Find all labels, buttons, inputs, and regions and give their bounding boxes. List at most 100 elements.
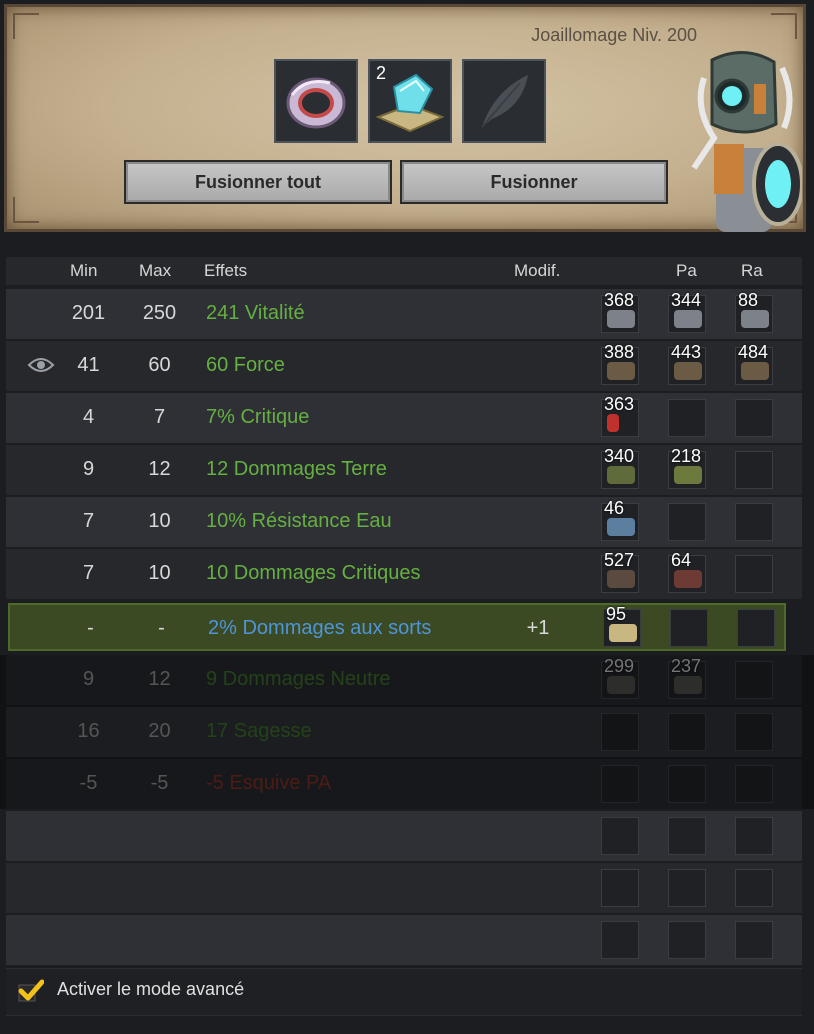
max-value: 250 [142,302,177,324]
rune-slot-ra[interactable] [735,399,773,437]
rune-slot-base[interactable] [601,817,639,855]
table-row[interactable]: 41 60 60 Force 388 443 484 [6,341,802,391]
rune-count: 340 [604,446,635,466]
rune-count: 237 [671,656,702,676]
rune-slot-base[interactable] [601,765,639,803]
rune-slot-ra[interactable] [735,661,773,699]
rune-slot-ra[interactable]: 88 [735,290,773,333]
rune-slot-pa[interactable] [668,503,706,541]
ornament-corner [13,13,39,39]
character-avatar [691,50,802,232]
min-value: 4 [82,406,95,428]
rune-slot-base[interactable]: 340 [601,446,639,489]
rune-slot[interactable]: 2 [368,59,452,143]
min-value: -5 [79,772,98,794]
table-row[interactable]: 9 12 9 Dommages Neutre 299 237 [6,655,802,705]
rune-slot-base[interactable]: 527 [601,550,639,593]
rune-slot-base[interactable]: 95 [603,604,641,647]
table-row[interactable]: 16 20 17 Sagesse [6,707,802,757]
rune-slot-ra[interactable] [735,451,773,489]
min-value: 41 [77,354,100,376]
rune-count: 299 [604,656,635,676]
rune-slot-pa[interactable] [668,765,706,803]
rune-count: 344 [671,290,702,310]
rune-slot-pa[interactable]: 443 [668,342,706,385]
ring-icon [286,77,346,129]
rune-count: 95 [606,604,627,624]
max-value: 10 [148,510,171,532]
rune-slot-pa[interactable] [668,713,706,751]
effect-label: -5 Esquive PA [206,772,332,794]
max-value: - [158,617,165,639]
max-value: 20 [148,720,171,742]
rune-slot-pa[interactable] [668,869,706,907]
rune-count: 64 [671,550,692,570]
slot-quantity: 2 [376,63,387,83]
rune-slot-base[interactable] [601,713,639,751]
advanced-mode-label: Activer le mode avancé [57,979,245,999]
col-max: Max [139,261,172,280]
table-row-selected[interactable]: - - 2% Dommages aux sorts +1 95 [8,603,786,651]
rune-count: 527 [604,550,635,570]
rune-slot-base[interactable]: 299 [601,656,639,699]
rune-slot-base[interactable]: 363 [601,394,639,437]
item-slot[interactable] [274,59,358,143]
min-value: 9 [82,668,95,690]
rune-slot-ra[interactable]: 484 [735,342,773,385]
rune-count: 484 [738,342,769,362]
rune-slot-ra[interactable] [737,609,775,647]
col-ra: Ra [741,261,763,280]
rune-slot-pa[interactable]: 64 [668,550,706,593]
table-header: Min Max Effets Modif. Pa Ra [6,257,802,285]
advanced-mode-bar: Activer le mode avancé [6,968,802,1016]
job-level-label: Joaillomage Niv. 200 [531,25,697,45]
table-row-empty[interactable] [6,811,802,861]
table-row-empty[interactable] [6,863,802,913]
rune-count: 368 [604,290,635,310]
rune-slot-pa[interactable] [668,921,706,959]
table-row[interactable]: 7 10 10 Dommages Critiques 527 64 [6,549,802,599]
rune-slot-ra[interactable] [735,765,773,803]
fuse-all-button[interactable]: Fusionner tout [124,160,392,204]
fuse-button[interactable]: Fusionner [400,160,668,204]
feather-slot[interactable] [462,59,546,143]
rune-slot-pa[interactable]: 218 [668,446,706,489]
rune-slot-pa[interactable]: 344 [668,290,706,333]
advanced-mode-checkbox[interactable] [18,979,44,1003]
rune-slot-base[interactable] [601,921,639,959]
rune-slot-pa[interactable] [668,817,706,855]
rune-slot-base[interactable] [601,869,639,907]
rune-slot-ra[interactable] [735,503,773,541]
table-row[interactable]: -5 -5 -5 Esquive PA [6,759,802,809]
table-row-empty[interactable] [6,915,802,965]
rune-slot-base[interactable]: 388 [601,342,639,385]
col-min: Min [70,261,98,280]
rune-slot-ra[interactable] [735,921,773,959]
rune-slot-ra[interactable] [735,869,773,907]
rune-slot-pa[interactable]: 237 [668,656,706,699]
table-row[interactable]: 9 12 12 Dommages Terre 340 218 [6,445,802,495]
table-row[interactable]: 201 250 241 Vitalité 368 344 88 [6,289,802,339]
rune-slot-ra[interactable] [735,713,773,751]
max-value: 7 [153,406,166,428]
eye-icon[interactable] [27,355,55,375]
ornament-corner [771,13,797,39]
rune-slot-pa[interactable] [668,399,706,437]
rune-slot-base[interactable]: 368 [601,290,639,333]
effect-label: 10 Dommages Critiques [206,562,421,584]
rune-slot-ra[interactable] [735,555,773,593]
effect-label: 17 Sagesse [206,720,312,742]
rune-count: 218 [671,446,702,466]
effect-label: 10% Résistance Eau [206,510,392,532]
rune-slot-pa[interactable] [670,609,708,647]
rune-count: 88 [738,290,759,310]
min-value: 9 [82,458,95,480]
rune-slot-ra[interactable] [735,817,773,855]
effect-label: 9 Dommages Neutre [206,668,391,690]
effect-label: 2% Dommages aux sorts [208,617,432,639]
max-value: 12 [148,668,171,690]
table-row[interactable]: 7 10 10% Résistance Eau 46 [6,497,802,547]
table-row[interactable]: 4 7 7% Critique 363 [6,393,802,443]
effect-label: 60 Force [206,354,285,376]
rune-slot-base[interactable]: 46 [601,498,639,541]
